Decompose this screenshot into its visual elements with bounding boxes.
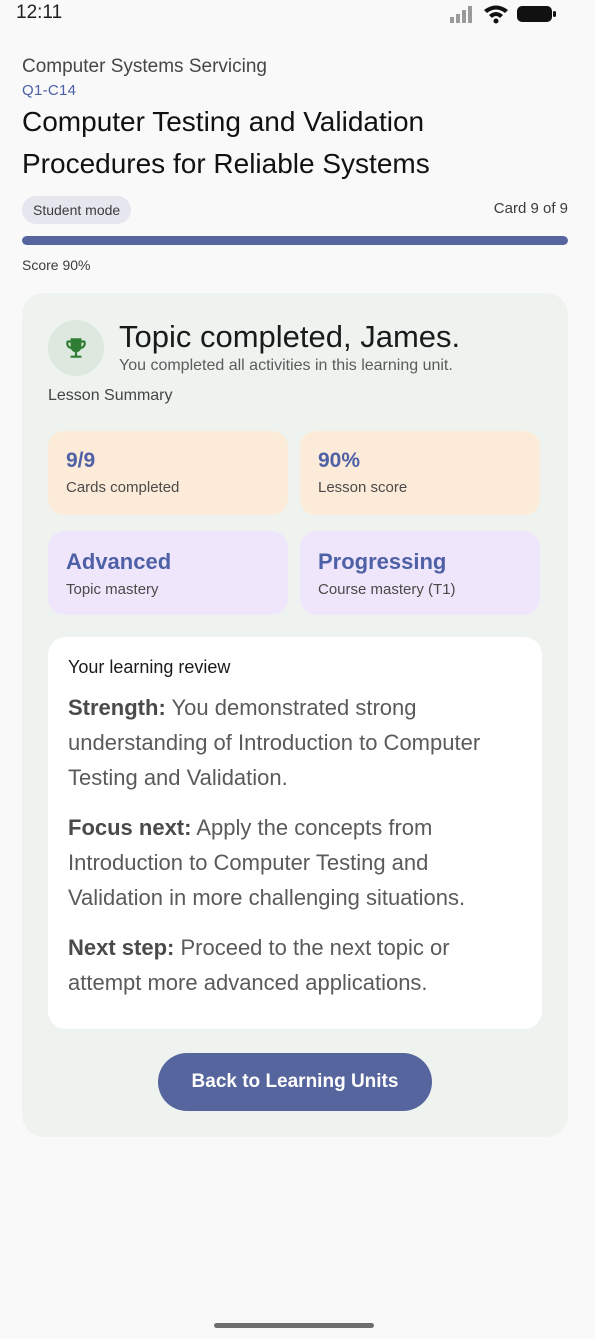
title-line-1: Computer Testing and Validation	[22, 106, 425, 137]
home-indicator[interactable]	[214, 1323, 374, 1328]
meta-row: Student mode Card 9 of 9	[22, 196, 568, 224]
mode-chip: Student mode	[22, 196, 132, 224]
lesson-summary-label: Lesson Summary	[48, 387, 173, 404]
stat-label: Lesson score	[318, 479, 408, 496]
progress-fill	[22, 236, 568, 245]
lesson-code: Q1-C14	[22, 82, 77, 99]
page-title: Computer Testing and Validation Procedur…	[22, 101, 572, 185]
trophy-icon	[66, 338, 86, 358]
progress-bar	[22, 236, 568, 245]
stat-label: Topic mastery	[66, 581, 159, 598]
card-count: Card 9 of 9	[493, 200, 568, 217]
stat-value: 9/9	[66, 449, 96, 472]
review-strength: Strength: You demonstrated strong unders…	[68, 690, 522, 795]
trophy-badge	[48, 320, 104, 376]
review-label: Next step:	[68, 935, 175, 960]
stat-label: Cards completed	[66, 479, 180, 496]
stat-cards-completed: 9/9 Cards completed	[48, 431, 288, 515]
stat-value: Advanced	[66, 549, 172, 574]
stat-value: 90%	[318, 449, 361, 472]
back-to-learning-units-button[interactable]: Back to Learning Units	[158, 1053, 432, 1111]
status-time: 12:11	[16, 2, 63, 23]
review-label: Focus next:	[68, 815, 192, 840]
completion-panel: Topic completed, James. You completed al…	[22, 293, 568, 1137]
completion-subtitle: You completed all activities in this lea…	[119, 357, 453, 374]
review-label: Strength:	[68, 695, 166, 720]
stat-topic-mastery: Advanced Topic mastery	[48, 531, 288, 615]
signal-icon	[450, 6, 472, 23]
lesson-header: Computer Systems Servicing Q1-C14 Comput…	[22, 56, 572, 185]
wifi-icon	[484, 5, 508, 24]
title-line-2: Procedures for Reliable Systems	[22, 148, 430, 179]
stat-course-mastery: Progressing Course mastery (T1)	[300, 531, 540, 615]
status-bar: 12:11	[0, 0, 595, 30]
score-label: Score 90%	[22, 257, 91, 273]
completion-title: Topic completed, James.	[119, 319, 461, 354]
status-icons	[449, 4, 557, 24]
stat-value: Progressing	[318, 549, 447, 574]
learning-review-card: Your learning review Strength: You demon…	[48, 637, 542, 1029]
stat-lesson-score: 90% Lesson score	[300, 431, 540, 515]
subject-label: Computer Systems Servicing	[22, 56, 267, 77]
stat-label: Course mastery (T1)	[318, 581, 456, 598]
review-heading: Your learning review	[68, 657, 231, 677]
review-next-step: Next step: Proceed to the next topic or …	[68, 930, 522, 1000]
battery-icon	[517, 6, 556, 22]
review-focus-next: Focus next: Apply the concepts from Intr…	[68, 810, 522, 915]
